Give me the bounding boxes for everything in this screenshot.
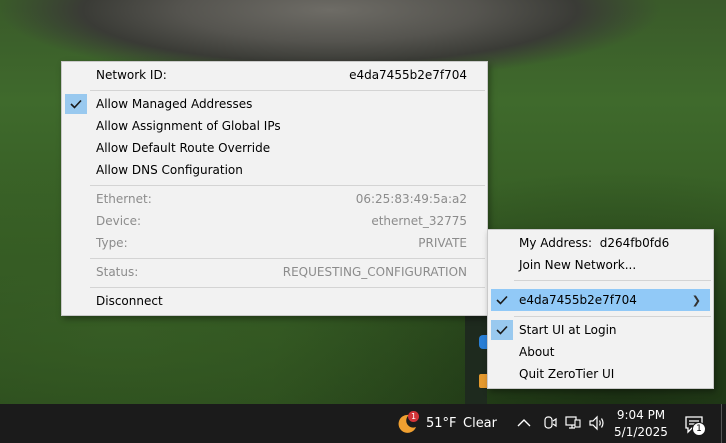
- clock-date: 5/1/2025: [614, 424, 668, 439]
- quit-label: Quit ZeroTier UI: [519, 367, 615, 381]
- device-info-row: Device: ethernet_32775: [62, 210, 487, 232]
- speaker-icon[interactable]: [587, 412, 607, 434]
- device-value: ethernet_32775: [371, 214, 467, 228]
- status-label: Status:: [96, 265, 139, 279]
- checkmark-icon: [491, 290, 513, 310]
- menu-item-label: Allow Default Route Override: [96, 141, 271, 155]
- network-submenu-item[interactable]: e4da7455b2e7f704 ❯: [488, 289, 713, 311]
- network-icon[interactable]: [563, 412, 583, 434]
- menu-separator: [514, 280, 711, 281]
- notification-count-badge: 1: [692, 422, 706, 436]
- menu-item-allow-managed-addresses[interactable]: Allow Managed Addresses: [62, 93, 487, 115]
- menu-item-allow-global-ips[interactable]: Allow Assignment of Global IPs: [62, 115, 487, 137]
- weather-temperature[interactable]: 51°F: [426, 404, 457, 443]
- disconnect-menu-item[interactable]: Disconnect: [62, 290, 487, 312]
- network-id-label: Network ID:: [96, 68, 167, 82]
- disconnect-label: Disconnect: [96, 294, 163, 308]
- start-ui-label: Start UI at Login: [519, 323, 617, 337]
- weather-badge: 1: [408, 411, 419, 422]
- bluetooth-icon[interactable]: [479, 335, 487, 349]
- menu-separator: [90, 185, 485, 186]
- network-id-value: e4da7455b2e7f704: [349, 68, 467, 82]
- menu-separator: [514, 316, 711, 317]
- my-address-value: d264fb0fd6: [599, 236, 670, 250]
- menu-item-allow-default-route[interactable]: Allow Default Route Override: [62, 137, 487, 159]
- checkmark-icon: [491, 320, 513, 340]
- ethernet-label: Ethernet:: [96, 192, 152, 206]
- menu-separator: [90, 287, 485, 288]
- quit-item[interactable]: Quit ZeroTier UI: [488, 363, 713, 385]
- about-label: About: [519, 345, 555, 359]
- network-context-menu: Network ID: e4da7455b2e7f704 Allow Manag…: [61, 61, 488, 316]
- network-item-label: e4da7455b2e7f704: [519, 293, 637, 307]
- type-label: Type:: [96, 236, 128, 250]
- status-row: Status: REQUESTING_CONFIGURATION: [62, 261, 487, 283]
- clock[interactable]: 9:04 PM 5/1/2025: [612, 404, 670, 443]
- type-info-row: Type: PRIVATE: [62, 232, 487, 254]
- app-tray-icon[interactable]: [479, 374, 487, 388]
- menu-item-label: Allow Managed Addresses: [96, 97, 253, 111]
- about-item[interactable]: About: [488, 341, 713, 363]
- network-id-row: Network ID: e4da7455b2e7f704: [62, 64, 487, 86]
- tray-overflow-background: [465, 312, 487, 404]
- checkmark-icon: [65, 94, 87, 114]
- start-ui-login-item[interactable]: Start UI at Login: [488, 319, 713, 341]
- chevron-up-icon[interactable]: [515, 412, 533, 434]
- join-network-label: Join New Network...: [519, 258, 637, 272]
- meet-now-icon[interactable]: [541, 412, 559, 434]
- taskbar: 51°F Clear 9:04 PM 5/1/2025: [0, 404, 726, 443]
- zerotier-tray-menu: My Address: d264fb0fd6 Join New Network.…: [487, 229, 714, 389]
- show-desktop-button[interactable]: [721, 404, 722, 443]
- menu-item-allow-dns[interactable]: Allow DNS Configuration: [62, 159, 487, 181]
- menu-item-label: Allow Assignment of Global IPs: [96, 119, 281, 133]
- join-network-item[interactable]: Join New Network...: [488, 254, 713, 276]
- ethernet-value: 06:25:83:49:5a:a2: [355, 192, 467, 206]
- menu-item-label: Allow DNS Configuration: [96, 163, 243, 177]
- clock-time: 9:04 PM: [616, 407, 666, 422]
- my-address-label: My Address:: [519, 236, 593, 250]
- type-value: PRIVATE: [418, 236, 467, 250]
- my-address-item[interactable]: My Address: d264fb0fd6: [488, 232, 713, 254]
- ethernet-info-row: Ethernet: 06:25:83:49:5a:a2: [62, 188, 487, 210]
- weather-condition[interactable]: Clear: [463, 404, 497, 443]
- menu-separator: [90, 90, 485, 91]
- status-value: REQUESTING_CONFIGURATION: [282, 265, 467, 279]
- device-label: Device:: [96, 214, 142, 228]
- menu-separator: [90, 258, 485, 259]
- chevron-right-icon: ❯: [691, 293, 701, 307]
